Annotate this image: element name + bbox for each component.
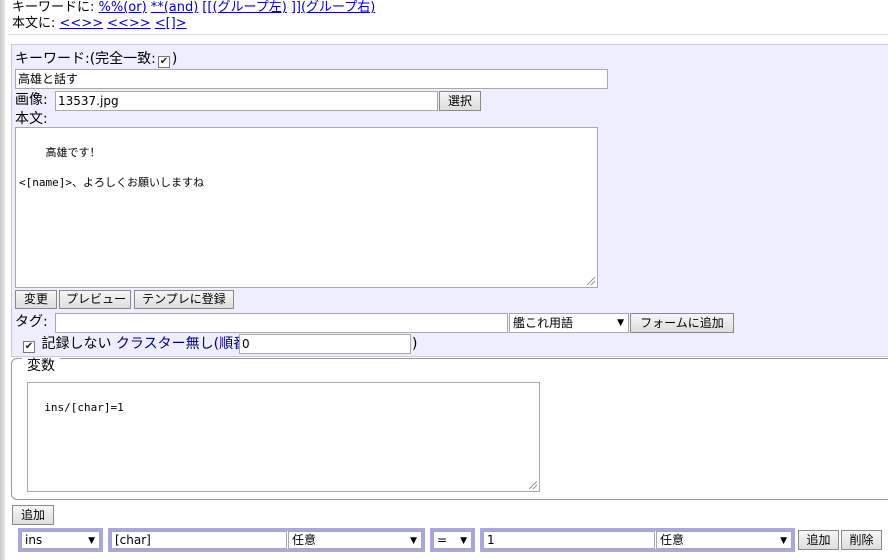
no-record-checkbox[interactable]: ✔ bbox=[23, 341, 35, 353]
image-label: 画像: bbox=[15, 92, 48, 108]
tag-label: タグ: bbox=[15, 314, 48, 330]
variables-textarea[interactable]: ins/[char]=1 bbox=[27, 382, 540, 492]
no-cluster-label: クラスター無し(順番 bbox=[115, 336, 248, 352]
char-mode-value: 任意 bbox=[292, 533, 317, 547]
tag-category-value: 艦これ用語 bbox=[513, 316, 574, 330]
variables-resize-handle[interactable] bbox=[529, 481, 537, 489]
var-select-frame: ins ▼ bbox=[18, 528, 103, 552]
tag-category-select[interactable]: 艦これ用語 ▼ bbox=[509, 313, 629, 333]
insert-and-link[interactable]: **(and) bbox=[151, 0, 199, 15]
chevron-down-icon: ▼ bbox=[460, 536, 467, 546]
body-label: 本文: bbox=[15, 111, 48, 127]
operator-value: = bbox=[437, 533, 448, 547]
insert-or-link[interactable]: %%(or) bbox=[99, 0, 147, 15]
register-template-button[interactable]: テンプレに登録 bbox=[134, 290, 234, 309]
options-row: ✔ 記録しない クラスター無し(順番 bbox=[21, 335, 247, 353]
keyword-input[interactable]: 高雄と話す bbox=[15, 69, 608, 89]
order-close: ) bbox=[412, 336, 418, 352]
value-mode-value: 任意 bbox=[660, 533, 685, 547]
operator-select[interactable]: = ▼ bbox=[433, 531, 472, 549]
value-mode-select[interactable]: 任意 ▼ bbox=[656, 531, 792, 549]
chevron-down-icon: ▼ bbox=[88, 536, 95, 546]
char-mode-select[interactable]: 任意 ▼ bbox=[288, 531, 422, 549]
keyword-label-close: ) bbox=[171, 51, 178, 67]
char-value: [char] bbox=[115, 533, 151, 547]
keyword-insert-label: キーワードに: bbox=[12, 0, 95, 15]
variable-name-value: ins bbox=[25, 533, 43, 547]
add-condition-button[interactable]: 追加 bbox=[798, 530, 839, 550]
insert-group-right-link[interactable]: ]](グループ右) bbox=[291, 0, 376, 15]
operator-frame: = ▼ bbox=[430, 528, 475, 552]
value-text: 1 bbox=[487, 533, 495, 547]
insert-double-angle-link-2[interactable]: <<>> bbox=[107, 16, 151, 31]
chevron-down-icon: ▼ bbox=[780, 536, 787, 546]
body-text: 高雄です！ <[name]>、よろしくお願いしますね bbox=[19, 146, 204, 189]
image-filename-input[interactable]: 13537.jpg bbox=[55, 91, 438, 111]
insert-double-angle-link[interactable]: <<>> bbox=[60, 16, 104, 31]
preview-button[interactable]: プレビュー bbox=[59, 290, 131, 309]
keyword-insert-row: キーワードに: %%(or) **(and) [[(グループ左) ]](グループ右) bbox=[12, 0, 379, 16]
add-variable-button[interactable]: 追加 bbox=[12, 505, 54, 525]
body-insert-label: 本文に: bbox=[12, 16, 56, 31]
change-button[interactable]: 変更 bbox=[15, 290, 57, 309]
insert-group-left-link[interactable]: [[(グループ左) bbox=[202, 0, 287, 15]
exact-match-checkbox[interactable]: ✔ bbox=[157, 56, 170, 68]
tag-input[interactable] bbox=[55, 313, 508, 333]
body-textarea[interactable]: 高雄です！ <[name]>、よろしくお願いしますね bbox=[15, 127, 598, 288]
toolbar-divider bbox=[8, 34, 888, 35]
edit-form-panel: キーワード:(完全一致: ✔) 高雄と話す 画像: 13537.jpg 選択 本文… bbox=[11, 44, 888, 357]
variables-legend: 変数 bbox=[22, 357, 60, 375]
insert-toolbar: キーワードに: %%(or) **(and) [[(グループ左)]](グループ右) … bbox=[12, 0, 379, 32]
variable-name-select[interactable]: ins ▼ bbox=[21, 531, 100, 549]
add-to-form-button[interactable]: フォームに追加 bbox=[630, 313, 734, 333]
chevron-down-icon: ▼ bbox=[617, 318, 624, 328]
no-record-label: 記録しない bbox=[41, 336, 112, 352]
char-field-frame: [char] 任意 ▼ bbox=[108, 528, 425, 552]
variables-text: ins/[char]=1 bbox=[44, 401, 124, 414]
body-resize-handle[interactable] bbox=[587, 277, 595, 285]
value-field-frame: 1 任意 ▼ bbox=[480, 528, 795, 552]
chevron-down-icon: ▼ bbox=[410, 536, 417, 546]
char-input[interactable]: [char] bbox=[111, 531, 287, 549]
body-insert-row: 本文に: <<>> <<>> <[]> bbox=[12, 16, 379, 32]
insert-bracket-link[interactable]: <[]> bbox=[155, 16, 187, 31]
keyword-label-row: キーワード:(完全一致: ✔) bbox=[15, 50, 177, 68]
window-left-edge bbox=[0, 0, 5, 560]
order-input[interactable]: 0 bbox=[239, 334, 411, 354]
keyword-label: キーワード:(完全一致: bbox=[15, 51, 156, 67]
select-image-button[interactable]: 選択 bbox=[439, 91, 481, 111]
delete-condition-button[interactable]: 削除 bbox=[841, 530, 882, 550]
value-input[interactable]: 1 bbox=[483, 531, 655, 549]
